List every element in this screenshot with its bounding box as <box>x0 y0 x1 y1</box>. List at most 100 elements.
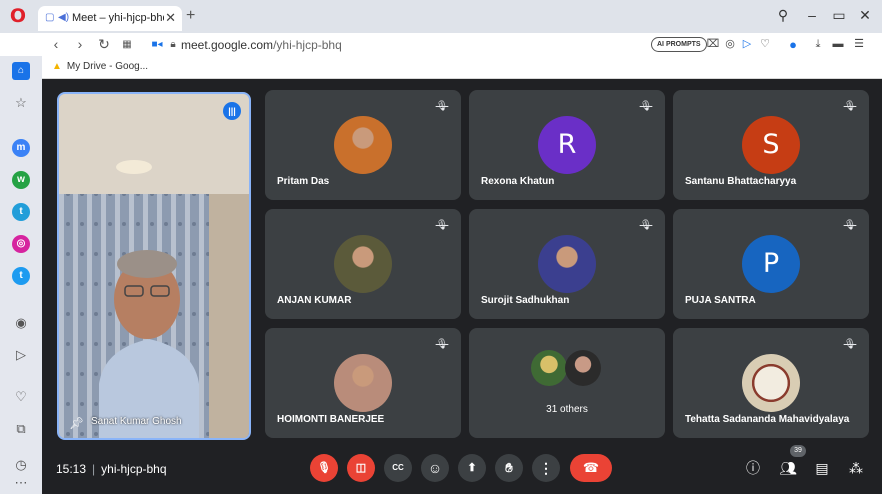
participant-avatar <box>334 235 392 293</box>
participant-avatar <box>538 235 596 293</box>
raise-hand-button[interactable]: ✋︎ <box>495 454 523 482</box>
participant-avatar <box>334 354 392 412</box>
participant-tile[interactable]: 🎙︎ R Rexona Khatun <box>469 90 665 200</box>
participant-name: Tehatta Sadananda Mahavidyalaya <box>685 414 850 425</box>
present-icon: ⬆ <box>467 462 477 474</box>
participant-avatar: P <box>742 235 800 293</box>
participant-tile[interactable]: 🎙︎ Pritam Das <box>265 90 461 200</box>
participant-tile[interactable]: 🎙︎ Tehatta Sadananda Mahavidyalaya <box>673 328 869 438</box>
mic-muted-icon: 🎙︎ <box>435 101 449 112</box>
url-path: /yhi-hjcp-bhq <box>273 38 342 52</box>
home-icon[interactable]: ⌂ <box>12 62 30 80</box>
opera-logo-icon[interactable]: O <box>8 6 28 26</box>
active-speaker-tile[interactable]: ||| 📌︎ Sanat Kumar Ghosh <box>57 92 251 440</box>
participant-avatar <box>334 116 392 174</box>
mic-muted-icon: 🎙︎ <box>639 101 653 112</box>
lock-icon[interactable]: 🔒︎ <box>165 36 181 53</box>
captions-icon: CC <box>392 463 404 472</box>
more-vert-icon: ⋮ <box>539 460 553 476</box>
battery-icon[interactable]: ▬ <box>831 37 845 52</box>
people-icon[interactable]: 👥︎ <box>777 457 799 479</box>
more-sidebar-icon[interactable]: ⋯ <box>12 474 30 492</box>
more-options-button[interactable]: ⋮ <box>532 454 560 482</box>
bookmark-label: My Drive - Goog... <box>66 61 149 72</box>
tab-bar: O ▢ ◀) Meet – yhi-hjcp-bhq ✕ + ⚲ – ▭ ✕ <box>0 0 882 33</box>
meeting-time: 15:13 <box>56 462 87 476</box>
meeting-code: yhi-hjcp-bhq <box>101 462 167 476</box>
address-bar: ‹ › ↻ ▦ ■◂ 🔒︎ meet.google.com/yhi-hjcp-b… <box>0 33 882 56</box>
participant-avatar <box>565 350 601 386</box>
flow-icon[interactable]: ▷ <box>12 346 30 364</box>
speaker-name: Sanat Kumar Ghosh <box>91 416 182 427</box>
participant-name: Rexona Khatun <box>481 176 555 187</box>
mic-muted-icon: 🎙︎ <box>843 220 857 231</box>
forward-button[interactable]: › <box>72 36 88 53</box>
heart-icon[interactable]: ♡ <box>758 37 772 52</box>
history-icon[interactable]: ◷ <box>12 456 30 474</box>
chat-icon[interactable]: ▤ <box>811 457 833 479</box>
new-tab-button[interactable]: + <box>186 6 195 26</box>
mic-muted-icon: 🎙︎ <box>843 339 857 350</box>
download-icon[interactable]: ⤓ <box>811 37 825 52</box>
url-field[interactable]: meet.google.com/yhi-hjcp-bhq <box>181 38 342 52</box>
back-button[interactable]: ‹ <box>48 36 64 53</box>
participant-tile[interactable]: 🎙︎ HOIMONTI BANERJEE <box>265 328 461 438</box>
bookmark-star-icon[interactable]: ☆ <box>12 94 30 112</box>
present-button[interactable]: ⬆ <box>458 454 486 482</box>
participant-name: Santanu Bhattacharyya <box>685 176 797 187</box>
tab-islands-icon[interactable]: ⧉ <box>12 420 30 438</box>
mic-off-icon: 🎙︎ <box>317 462 331 474</box>
search-tabs-icon[interactable]: ⚲ <box>773 6 793 24</box>
browser-tab[interactable]: ▢ ◀) Meet – yhi-hjcp-bhq ✕ <box>38 6 182 31</box>
whatsapp-icon[interactable]: w <box>12 171 30 189</box>
separator: | <box>92 462 96 476</box>
emoji-button[interactable]: ☺ <box>421 454 449 482</box>
profile-icon[interactable]: ● <box>786 37 800 52</box>
meeting-details-icon[interactable]: ⓘ <box>742 457 764 479</box>
reload-icon[interactable]: ↻ <box>96 36 112 53</box>
bookmarks-bar: ▲ My Drive - Goog... <box>0 56 882 79</box>
camera-icon[interactable]: ◎ <box>723 37 737 52</box>
send-icon[interactable]: ▷ <box>740 37 754 52</box>
tab-close-button[interactable]: ✕ <box>165 10 176 26</box>
camera-off-button[interactable]: ◫ <box>347 454 375 482</box>
close-window-button[interactable]: ✕ <box>855 6 875 24</box>
pinboard-heart-icon[interactable]: ♡ <box>12 388 30 406</box>
telegram-icon[interactable]: t <box>12 203 30 221</box>
participant-name: Surojit Sadhukhan <box>481 295 570 306</box>
speed-dial-icon[interactable]: ▦ <box>119 36 135 53</box>
mic-off-button[interactable]: 🎙︎ <box>310 454 338 482</box>
audio-playing-icon[interactable]: ◀) <box>58 12 69 24</box>
participant-tile[interactable]: 🎙︎ S Santanu Bhattacharyya <box>673 90 869 200</box>
instagram-icon[interactable]: ◎ <box>12 235 30 253</box>
participant-tile[interactable]: 🎙︎ Surojit Sadhukhan <box>469 209 665 319</box>
participant-tile[interactable]: 🎙︎ P PUJA SANTRA <box>673 209 869 319</box>
activities-icon[interactable]: ⁂ <box>845 457 867 479</box>
camera-in-use-icon[interactable]: ■◂ <box>149 36 165 53</box>
snapshot-icon[interactable]: ⌧ <box>706 37 720 52</box>
participant-name: HOIMONTI BANERJEE <box>277 414 385 425</box>
participant-name: Pritam Das <box>277 176 330 187</box>
leave-call-button[interactable]: ☎︎ <box>570 454 612 482</box>
easy-setup-icon[interactable]: ☰ <box>852 37 866 52</box>
participant-name: PUJA SANTRA <box>685 295 756 306</box>
camera-off-icon: ◫ <box>355 462 367 474</box>
twitter-icon[interactable]: t <box>12 267 30 285</box>
player-icon[interactable]: ◉ <box>12 314 30 332</box>
bookmark-my-drive[interactable]: ▲ My Drive - Goog... <box>52 60 148 74</box>
mic-muted-icon: 🎙︎ <box>435 339 449 350</box>
participant-tile[interactable]: 31 others <box>469 328 665 438</box>
maximize-button[interactable]: ▭ <box>829 6 849 24</box>
meeting-info: 15:13 | yhi-hjcp-bhq <box>56 462 167 476</box>
participant-tile[interactable]: 🎙︎ ANJAN KUMAR <box>265 209 461 319</box>
ai-prompts-button[interactable]: AI PROMPTS <box>651 37 707 52</box>
minimize-button[interactable]: – <box>802 6 822 24</box>
speaker-video <box>59 94 249 438</box>
url-host: meet.google.com <box>181 38 274 52</box>
messenger-icon[interactable]: m <box>12 139 30 157</box>
pin-icon[interactable]: 📌︎ <box>69 416 84 430</box>
captions-button[interactable]: CC <box>384 454 412 482</box>
meet-stage: ||| 📌︎ Sanat Kumar Ghosh 🎙︎ Pritam Das 🎙︎ R… <box>42 79 882 494</box>
mic-muted-icon: 🎙︎ <box>639 220 653 231</box>
speaking-indicator-icon: ||| <box>223 102 241 120</box>
